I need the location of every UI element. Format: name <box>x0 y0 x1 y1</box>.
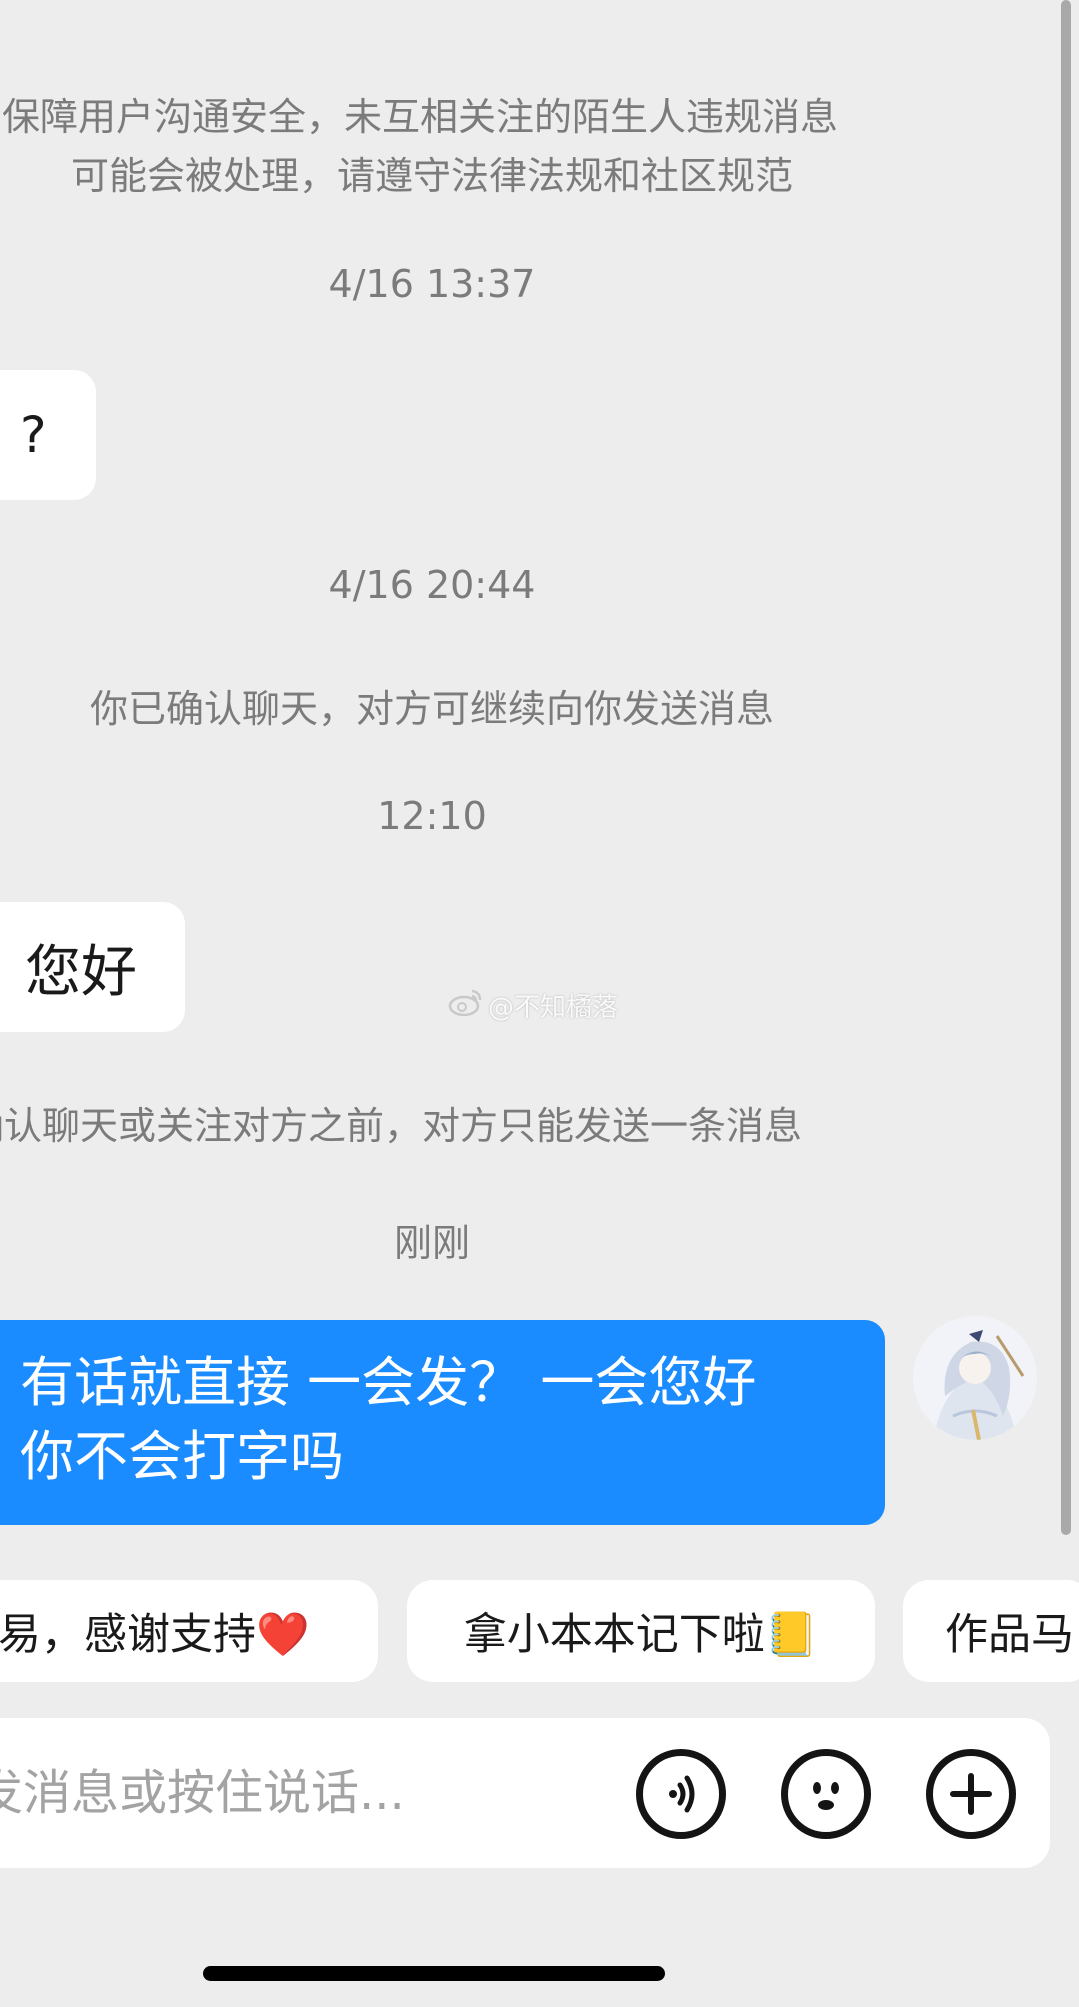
timestamp: 4/16 20:44 <box>328 563 536 607</box>
timestamp: 刚刚 <box>393 1221 470 1265</box>
more-button[interactable] <box>926 1749 1016 1839</box>
emoji-face-icon <box>813 1782 839 1810</box>
watermark-text: @不知橘落 <box>488 992 619 1023</box>
timestamp: 4/16 13:37 <box>328 262 536 306</box>
quick-reply-chip[interactable]: 拿小本本记下啦📒 <box>407 1580 875 1682</box>
plus-circle-icon <box>950 1773 992 1815</box>
safety-notice-line-2: 可能会被处理，请遵守法律法规和社区规范 <box>70 154 793 198</box>
message-text-line: 有话就直接 一会发？ 一会您好 <box>20 1351 757 1414</box>
avatar[interactable] <box>913 1316 1037 1440</box>
watermark: @不知橘落 <box>448 987 619 1024</box>
message-text: ? <box>20 406 47 464</box>
voice-wave-icon <box>669 1775 695 1813</box>
weibo-logo-icon <box>448 987 484 1024</box>
safety-notice-line-1: 保障用户沟通安全，未互相关注的陌生人违规消息 <box>2 95 839 139</box>
message-text-line: 你不会打字吗 <box>20 1425 344 1488</box>
received-message-bubble[interactable]: 您好 <box>0 902 185 1032</box>
message-text: 您好 <box>25 939 137 1005</box>
quick-reply-chip[interactable]: 易，感谢支持❤️ <box>0 1580 378 1682</box>
quick-reply-label: 易，感谢支持❤️ <box>0 1610 310 1660</box>
home-indicator <box>203 1966 665 1981</box>
timestamp: 12:10 <box>377 794 487 838</box>
voice-button[interactable] <box>636 1749 726 1839</box>
quick-reply-label: 作品马 <box>945 1610 1074 1660</box>
message-input[interactable]: 发消息或按住说话... <box>0 1753 575 1833</box>
quick-reply-label: 拿小本本记下啦📒 <box>463 1610 819 1660</box>
received-message-bubble[interactable]: ? <box>0 370 96 500</box>
scrollbar[interactable] <box>1061 0 1071 1535</box>
emoji-button[interactable] <box>781 1749 871 1839</box>
message-limit-notice: 确认聊天或关注对方之前，对方只能发送一条消息 <box>0 1104 803 1148</box>
quick-reply-chip[interactable]: 作品马 <box>903 1580 1079 1682</box>
message-input-placeholder: 发消息或按住说话... <box>0 1765 405 1821</box>
sent-message-bubble[interactable]: 有话就直接 一会发？ 一会您好 你不会打字吗 <box>0 1320 885 1525</box>
chat-confirmed-notice: 你已确认聊天，对方可继续向你发送消息 <box>89 687 774 731</box>
